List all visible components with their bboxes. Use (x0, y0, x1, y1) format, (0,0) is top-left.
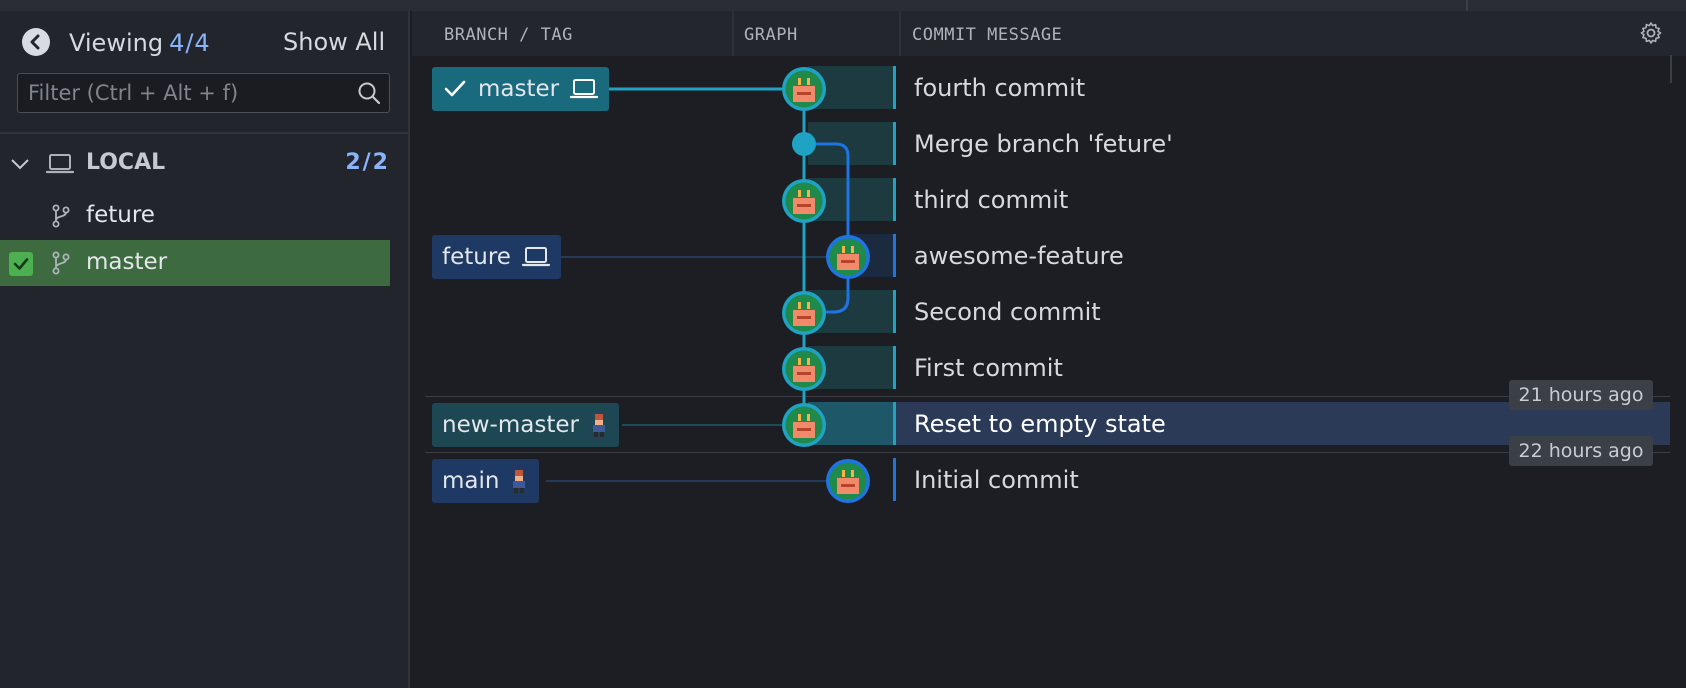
ref-tag-new-master[interactable]: new-master (432, 403, 619, 447)
commit-node (782, 403, 826, 447)
commit-row[interactable]: awesome-feature (914, 242, 1124, 270)
timestamp-badge: 22 hours ago (1509, 436, 1653, 466)
commit-node (782, 179, 826, 223)
ref-label: new-master (442, 412, 579, 438)
commit-node (826, 459, 870, 503)
laptop-icon (569, 77, 599, 101)
commit-node (826, 235, 870, 279)
ref-label: main (442, 468, 500, 494)
commit-row[interactable]: fourth commit (914, 74, 1085, 102)
ref-label: feture (442, 244, 511, 270)
commit-row-selected[interactable]: Reset to empty state (914, 410, 1166, 438)
ref-label: master (478, 76, 560, 102)
ref-tag-master[interactable]: master (432, 67, 610, 111)
commit-row[interactable]: Merge branch 'feture' (914, 130, 1173, 158)
commit-row[interactable]: Initial commit (914, 466, 1079, 494)
avatar-icon (509, 468, 529, 494)
commit-row[interactable]: First commit (914, 354, 1063, 382)
checkmark-icon (444, 79, 466, 99)
commit-row[interactable]: third commit (914, 186, 1068, 214)
timestamp-badge: 21 hours ago (1509, 380, 1653, 410)
commit-node (782, 291, 826, 335)
commit-node (782, 67, 826, 111)
ref-tag-feture[interactable]: feture (432, 235, 561, 279)
commit-node (782, 347, 826, 391)
commit-graph (546, 67, 870, 503)
avatar-icon (589, 412, 609, 438)
ref-tag-main[interactable]: main (432, 459, 540, 503)
commit-row[interactable]: Second commit (914, 298, 1101, 326)
laptop-icon (521, 245, 551, 269)
